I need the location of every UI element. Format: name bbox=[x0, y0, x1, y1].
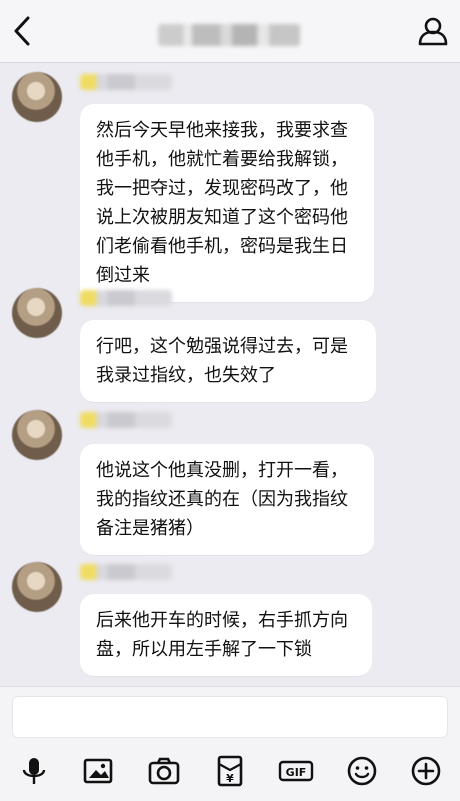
avatar[interactable] bbox=[12, 72, 62, 122]
svg-text:GIF: GIF bbox=[286, 766, 307, 779]
sender-name bbox=[80, 74, 172, 90]
chat-area[interactable]: 然后今天早他来接我，我要求查他手机，他就忙着要给我解锁，我一把夺过，发现密码改了… bbox=[0, 62, 460, 686]
chat-title bbox=[158, 24, 300, 46]
contact-info-button[interactable] bbox=[416, 14, 450, 48]
avatar[interactable] bbox=[12, 562, 62, 612]
image-icon bbox=[83, 758, 113, 784]
message-bubble[interactable]: 行吧，这个勉强说得过去，可是我录过指纹，也失效了 bbox=[80, 320, 376, 402]
avatar[interactable] bbox=[12, 410, 62, 460]
red-packet-button[interactable]: ¥ bbox=[210, 751, 250, 791]
composer: ¥ GIF bbox=[0, 686, 460, 801]
emoji-button[interactable] bbox=[342, 751, 382, 791]
camera-icon bbox=[148, 757, 180, 785]
person-icon bbox=[418, 17, 448, 46]
sender-name bbox=[80, 290, 172, 306]
top-bar bbox=[0, 0, 460, 63]
gif-icon: GIF bbox=[278, 760, 314, 782]
sender-name bbox=[80, 564, 172, 580]
composer-toolbar: ¥ GIF bbox=[0, 747, 460, 797]
red-packet-icon: ¥ bbox=[217, 755, 243, 787]
message-bubble[interactable]: 他说这个他真没删，打开一看，我的指纹还真的在（因为我指纹备注是猪猪） bbox=[80, 444, 374, 555]
message-input[interactable] bbox=[12, 696, 448, 738]
message-bubble[interactable]: 后来他开车的时候，右手抓方向盘，所以用左手解了一下锁 bbox=[80, 594, 372, 676]
camera-button[interactable] bbox=[144, 751, 184, 791]
emoji-icon bbox=[347, 756, 377, 786]
chevron-left-icon bbox=[14, 16, 30, 46]
more-button[interactable] bbox=[406, 751, 446, 791]
back-button[interactable] bbox=[8, 14, 38, 48]
avatar[interactable] bbox=[12, 288, 62, 338]
microphone-icon bbox=[22, 758, 46, 784]
gif-button[interactable]: GIF bbox=[276, 751, 316, 791]
voice-button[interactable] bbox=[14, 751, 54, 791]
image-button[interactable] bbox=[78, 751, 118, 791]
svg-text:¥: ¥ bbox=[226, 772, 234, 785]
sender-name bbox=[80, 412, 172, 428]
plus-icon bbox=[411, 756, 441, 786]
message-bubble[interactable]: 然后今天早他来接我，我要求查他手机，他就忙着要给我解锁，我一把夺过，发现密码改了… bbox=[80, 104, 374, 302]
